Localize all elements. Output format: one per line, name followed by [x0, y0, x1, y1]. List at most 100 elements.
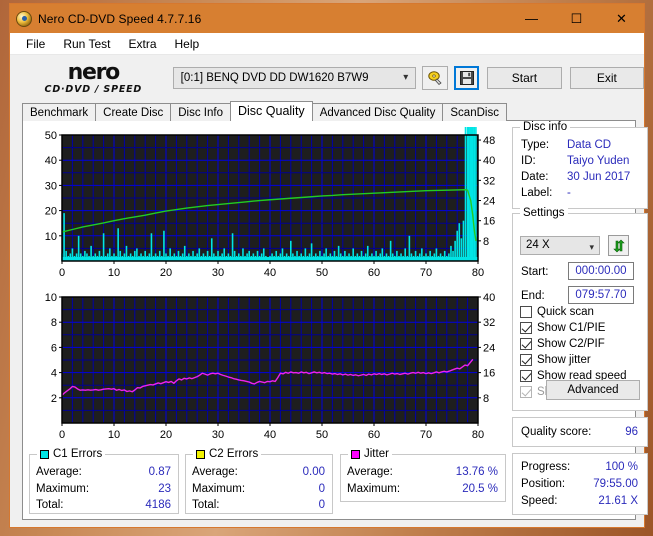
c1-maximum-label: Maximum: — [36, 483, 90, 495]
settings-title: Settings — [520, 207, 568, 219]
progress-label: Progress: — [521, 461, 571, 473]
svg-text:0: 0 — [59, 267, 65, 279]
start-field[interactable]: 000:00.00 — [568, 262, 634, 280]
jitter-title-text: Jitter — [364, 448, 389, 460]
checkbox-label: Quick scan — [537, 306, 594, 318]
progress-group: Progress: 100 % Position: 79:55.00 Speed… — [512, 453, 648, 515]
c1-total-value: 4186 — [145, 499, 171, 511]
start-button[interactable]: Start — [487, 67, 562, 89]
quality-score-group: Quality score: 96 — [512, 417, 648, 447]
svg-text:50: 50 — [316, 429, 328, 441]
menu-item-extra[interactable]: Extra — [119, 35, 165, 53]
jitter-stats-group: Jitter Average: 13.76 % Maximum: 20.5 % — [340, 448, 506, 502]
c1-errors-stats-group: C1 Errors Average: 0.87 Maximum: 23 Tota… — [29, 448, 179, 514]
progress-value: 100 % — [605, 461, 638, 473]
tab-benchmark[interactable]: Benchmark — [22, 103, 97, 121]
checkbox-show-c1-pie[interactable]: Show C1/PIE — [520, 322, 605, 334]
toolbar: nero CD·DVD ∕ SPEED [0:1] BENQ DVD DD DW… — [10, 55, 645, 101]
tab-advanced-disc-quality[interactable]: Advanced Disc Quality — [311, 103, 444, 121]
exit-button[interactable]: Exit — [569, 67, 645, 89]
refresh-icon — [612, 239, 625, 252]
svg-text:20: 20 — [160, 267, 172, 279]
jitter-color-swatch — [351, 449, 360, 459]
svg-text:6: 6 — [51, 342, 57, 354]
tab-create-disc[interactable]: Create Disc — [95, 103, 172, 121]
svg-text:40: 40 — [264, 267, 276, 279]
svg-text:2: 2 — [51, 393, 57, 405]
c1-errors-title-text: C1 Errors — [53, 448, 103, 460]
svg-text:8: 8 — [51, 317, 57, 329]
tab-scandisc[interactable]: ScanDisc — [442, 103, 507, 121]
c1-total-label: Total: — [36, 499, 64, 511]
c2-average-label: Average: — [192, 466, 238, 478]
quality-score-label: Quality score: — [521, 426, 592, 438]
disc-id-label: ID: — [521, 155, 536, 167]
disc-type-value: Data CD — [567, 139, 612, 151]
svg-text:30: 30 — [212, 429, 224, 441]
c1-errors-chart-canvas: 10 20 30 40 50 8 16 24 32 40 48 0 10 20 30 40 50 60 70 80 — [45, 127, 495, 279]
minimize-button[interactable]: — — [509, 4, 554, 33]
svg-text:10: 10 — [108, 267, 120, 279]
speed-value: 21.61 X — [598, 495, 638, 507]
checkbox-show-c2-pif[interactable]: Show C2/PIF — [520, 338, 605, 350]
svg-text:60: 60 — [368, 429, 380, 441]
c2-maximum-value: 0 — [318, 483, 325, 495]
tab-disc-info[interactable]: Disc Info — [170, 103, 231, 121]
c2-errors-stats-title: C2 Errors — [193, 448, 262, 460]
svg-text:60: 60 — [368, 267, 380, 279]
drive-select[interactable]: [0:1] BENQ DVD DD DW1620 B7W9 ▾ — [172, 67, 417, 89]
settings-group: Settings 24 X ▾ Start: 000:00.00 End: 07… — [512, 207, 648, 411]
checkbox-quick-scan[interactable]: Quick scan — [520, 306, 594, 318]
speed-label: Speed: — [521, 495, 558, 507]
maximize-button[interactable]: ☐ — [554, 4, 599, 33]
close-button[interactable]: ✕ — [599, 4, 644, 33]
position-label: Position: — [521, 478, 566, 490]
title-bar: Nero CD-DVD Speed 4.7.7.16 — ☐ ✕ — [10, 4, 644, 33]
disc-date-value: 30 Jun 2017 — [567, 171, 631, 183]
logo-tagline: CD·DVD ∕ SPEED — [44, 83, 143, 95]
svg-text:30: 30 — [212, 267, 224, 279]
window-title: Nero CD-DVD Speed 4.7.7.16 — [38, 11, 202, 26]
floppy-save-icon — [459, 71, 474, 85]
position-value: 79:55.00 — [593, 478, 638, 490]
nero-disc-icon — [16, 10, 32, 27]
eject-button[interactable] — [422, 66, 448, 90]
save-button[interactable] — [453, 66, 480, 90]
c2-total-value: 0 — [318, 499, 325, 511]
drive-select-value: [0:1] BENQ DVD DD DW1620 B7W9 — [180, 72, 369, 84]
speed-select-value: 24 X — [526, 239, 550, 251]
menu-item-help[interactable]: Help — [166, 35, 209, 53]
app-window: Nero CD-DVD Speed 4.7.7.16 — ☐ ✕ File Ru… — [9, 3, 648, 528]
svg-text:24: 24 — [483, 342, 495, 354]
speed-select[interactable]: 24 X ▾ — [520, 236, 600, 255]
svg-text:16: 16 — [483, 216, 495, 228]
svg-text:10: 10 — [45, 231, 57, 243]
checkbox-box — [520, 322, 532, 334]
svg-text:70: 70 — [420, 267, 432, 279]
svg-text:0: 0 — [59, 429, 65, 441]
checkbox-box — [520, 306, 532, 318]
checkbox-box — [520, 354, 532, 366]
chevron-down-icon: ▾ — [589, 242, 594, 252]
disc-type-label: Type: — [521, 139, 550, 151]
nero-logo: nero CD·DVD ∕ SPEED — [20, 61, 167, 95]
tab-strip: Benchmark Create Disc Disc Info Disc Qua… — [10, 101, 644, 121]
checkbox-show-jitter[interactable]: Show jitter — [520, 354, 591, 366]
c1-average-label: Average: — [36, 466, 82, 478]
c2-maximum-label: Maximum: — [192, 483, 246, 495]
svg-text:50: 50 — [316, 267, 328, 279]
advanced-button[interactable]: Advanced — [546, 380, 640, 400]
c1-average-value: 0.87 — [148, 466, 171, 478]
svg-text:20: 20 — [160, 429, 172, 441]
svg-text:30: 30 — [45, 180, 57, 192]
svg-text:32: 32 — [483, 317, 495, 329]
refresh-button[interactable] — [608, 235, 629, 256]
svg-text:40: 40 — [483, 155, 495, 167]
jitter-maximum-value: 20.5 % — [462, 483, 498, 495]
svg-text:16: 16 — [483, 368, 495, 380]
quality-score-value: 96 — [625, 426, 638, 438]
end-field[interactable]: 079:57.70 — [568, 286, 634, 304]
menu-item-run-test[interactable]: Run Test — [54, 35, 119, 53]
menu-item-file[interactable]: File — [17, 35, 54, 53]
tab-disc-quality[interactable]: Disc Quality — [230, 101, 313, 121]
